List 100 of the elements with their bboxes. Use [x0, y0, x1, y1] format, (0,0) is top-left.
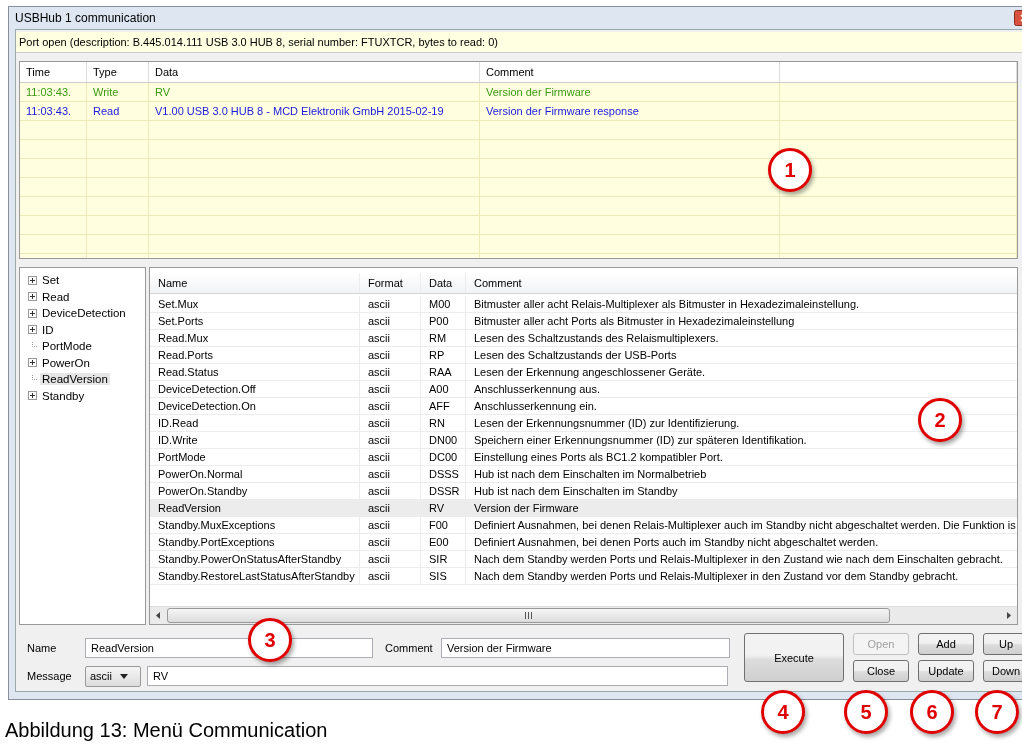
callout-marker: 5	[844, 690, 888, 734]
table-cell: PowerOn.Normal	[150, 466, 360, 482]
tree-item[interactable]: DeviceDetection	[40, 307, 128, 320]
table-row[interactable]: DeviceDetection.Off ascii A00 Anschlusserkennung aus.	[150, 381, 1017, 398]
column-header[interactable]: Name	[150, 273, 360, 293]
tree-item[interactable]: Read	[40, 290, 72, 303]
table-cell: ascii	[360, 449, 421, 465]
message-field[interactable]: RV	[147, 666, 728, 686]
table-cell: DN00	[421, 432, 466, 448]
tree-item[interactable]: ID	[40, 323, 56, 336]
table-cell: DeviceDetection.On	[150, 398, 360, 414]
table-cell: ascii	[360, 330, 421, 346]
table-cell: Read	[87, 102, 149, 120]
table-cell: Standby.PortExceptions	[150, 534, 360, 550]
table-cell: Read.Mux	[150, 330, 360, 346]
table-cell: 11:03:43.	[20, 102, 87, 120]
table-cell-text: Nach dem Standby werden Ports und Relais-Multiplexer in den Zustand wie nach dem Einschalten gebracht.	[473, 552, 1004, 567]
expand-icon[interactable]	[28, 292, 37, 302]
table-cell: P00	[421, 313, 466, 329]
table-row[interactable]: PortMode ascii DC00 Einstellung eines Ports als BC1.2 kompatibler Port.	[150, 449, 1017, 466]
expand-icon[interactable]	[28, 358, 37, 368]
table-cell-text: Speichern einer Erkennungsnummer (ID) zur späteren Identifikation.	[473, 433, 808, 448]
figure-caption: Abbildung 13: Menü Communication	[5, 719, 328, 742]
table-cell: ID.Write	[150, 432, 360, 448]
column-header[interactable]: Time	[20, 62, 87, 82]
command-button[interactable]: Down	[983, 660, 1022, 682]
column-header[interactable]: Comment	[466, 273, 526, 293]
table-cell: DSSR	[421, 483, 466, 499]
expand-icon[interactable]	[28, 325, 37, 335]
field-label: Comment	[384, 642, 434, 654]
table-cell-text: Anschlusserkennung aus.	[473, 382, 601, 397]
table-cell-text: Lesen der Erkennungsnummer (ID) zur Identifizierung.	[473, 416, 741, 431]
table-cell: ascii	[360, 500, 421, 516]
table-cell: Set.Mux	[150, 296, 360, 312]
column-header[interactable]: Comment	[480, 62, 780, 82]
scrollbar-thumb[interactable]	[167, 608, 890, 623]
table-row[interactable]: Standby.MuxExceptions ascii F00 Definiert Ausnahmen, bei denen Relais-Multiplexer auch im Standby nicht abgeschaltet werden. Die Funktion is	[150, 517, 1017, 534]
table-cell: ascii	[360, 415, 421, 431]
table-cell-text: Definiert Ausnahmen, bei denen Ports auch im Standby nicht abgeschaltet werden.	[473, 535, 880, 550]
tree-item[interactable]: Standby	[40, 389, 87, 402]
command-button[interactable]: Update	[918, 660, 974, 682]
table-cell: ascii	[360, 517, 421, 533]
command-button[interactable]: Up	[983, 633, 1022, 655]
command-button[interactable]: Add	[918, 633, 974, 655]
table-cell: SIR	[421, 551, 466, 567]
tree-item[interactable]: PowerOn	[40, 356, 92, 369]
format-dropdown[interactable]: ascii	[85, 665, 141, 687]
table-cell: PowerOn.Standby	[150, 483, 360, 499]
table-row[interactable]: Standby.PowerOnStatusAfterStandby ascii SIR Nach dem Standby werden Ports und Relais-Multiplexer in den Zustand wie nach dem Einschalten gebracht.	[150, 551, 1017, 568]
table-cell-text: Nach dem Standby werden Ports und Relais-Multiplexer in den Zustand vor dem Standby gebracht.	[473, 569, 960, 584]
table-cell-text: Version der Firmware	[473, 501, 580, 516]
execute-button[interactable]: Execute	[744, 633, 844, 682]
column-header[interactable]: Type	[87, 62, 149, 82]
table-row[interactable]: Standby.PortExceptions ascii E00 Definiert Ausnahmen, bei denen Ports auch im Standby nicht abgeschaltet werden.	[150, 534, 1017, 551]
table-cell-text: Lesen des Schaltzustands der USB-Ports	[473, 348, 678, 363]
table-row[interactable]: Read.Ports ascii RP Lesen des Schaltzustands der USB-Ports	[150, 347, 1017, 364]
table-cell: ascii	[360, 364, 421, 380]
table-cell: Version der Firmware	[480, 83, 780, 101]
expand-icon[interactable]	[28, 275, 37, 285]
tree-item[interactable]: ReadVersion	[40, 373, 110, 386]
table-cell: PortMode	[150, 449, 360, 465]
table-cell-text: Hub ist nach dem Einschalten im Standby	[473, 484, 679, 499]
column-header[interactable]: Format	[360, 273, 421, 293]
table-cell: ascii	[360, 398, 421, 414]
column-header[interactable]: Data	[149, 62, 480, 82]
table-cell: ascii	[360, 296, 421, 312]
column-header[interactable]: Data	[421, 273, 466, 293]
table-cell: RP	[421, 347, 466, 363]
table-cell: ascii	[360, 568, 421, 584]
tree-item[interactable]: Set	[40, 274, 62, 287]
window-title: USBHub 1 communication	[15, 11, 157, 25]
table-cell: ascii	[360, 483, 421, 499]
table-cell: RV	[149, 83, 480, 101]
grip-icon	[524, 612, 533, 619]
table-cell: RV	[421, 500, 466, 516]
table-row[interactable]: Read.Mux ascii RM Lesen des Schaltzustands des Relaismultiplexers.	[150, 330, 1017, 347]
table-row[interactable]: Read.Status ascii RAA Lesen der Erkennung angeschlossener Geräte.	[150, 364, 1017, 381]
table-cell: E00	[421, 534, 466, 550]
table-cell: F00	[421, 517, 466, 533]
table-cell-text: Lesen der Erkennung angeschlossener Geräte.	[473, 365, 707, 380]
table-cell: ascii	[360, 432, 421, 448]
table-cell: ascii	[360, 381, 421, 397]
table-cell: Standby.RestoreLastStatusAfterStandby	[150, 568, 360, 584]
command-button[interactable]: Close	[853, 660, 909, 682]
table-row[interactable]: ReadVersion ascii RV Version der Firmware	[150, 500, 1017, 517]
table-cell-text: Bitmuster aller acht Ports als Bitmuster in Hexadezimaleinstellung	[473, 314, 796, 329]
table-cell: Set.Ports	[150, 313, 360, 329]
comment-field[interactable]: Version der Firmware	[441, 638, 730, 658]
table-row[interactable]: Set.Mux ascii M00 Bitmuster aller acht Relais-Multiplexer als Bitmuster in Hexadezimaleinstellung.	[150, 296, 1017, 313]
callout-marker: 7	[975, 690, 1019, 734]
tree-item[interactable]: PortMode	[40, 340, 94, 353]
table-row[interactable]: Set.Ports ascii P00 Bitmuster aller acht Ports als Bitmuster in Hexadezimaleinstellung	[150, 313, 1017, 330]
table-cell: 11:03:43.	[20, 83, 87, 101]
table-row[interactable]: PowerOn.Normal ascii DSSS Hub ist nach dem Einschalten im Normalbetrieb	[150, 466, 1017, 483]
table-cell: ID.Read	[150, 415, 360, 431]
table-row[interactable]: Standby.RestoreLastStatusAfterStandby ascii SIS Nach dem Standby werden Ports und Relais-Multiplexer in den Zustand vor dem Standby gebracht.	[150, 568, 1017, 585]
table-cell: AFF	[421, 398, 466, 414]
expand-icon[interactable]	[28, 308, 37, 318]
table-cell: SIS	[421, 568, 466, 584]
expand-icon[interactable]	[28, 391, 37, 401]
